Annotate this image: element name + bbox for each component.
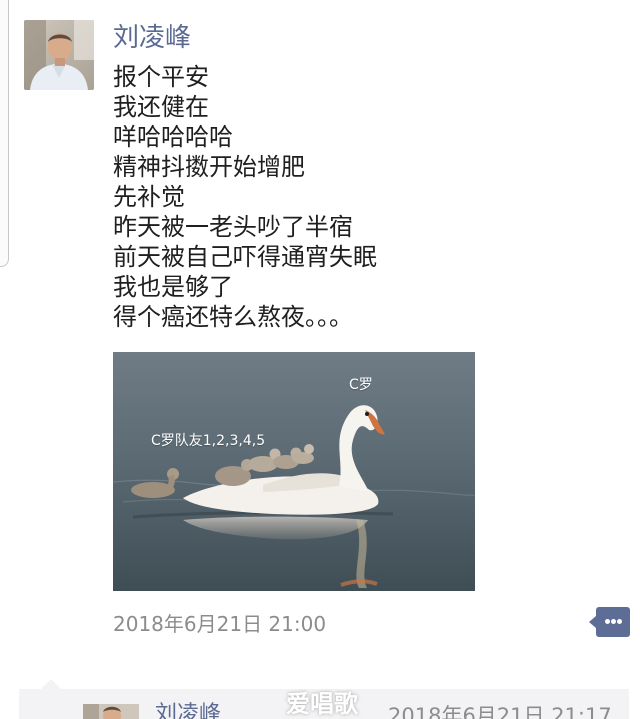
post-timestamp: 2018年6月21日 21:00 bbox=[113, 612, 327, 636]
post-text: 报个平安 我还健在 咩哈哈哈哈 精神抖擞开始增肥 先补觉 昨天被一老头吵了半宿 … bbox=[113, 62, 613, 332]
post-text-line: 精神抖擞开始增肥 bbox=[113, 153, 305, 181]
comment-button[interactable] bbox=[589, 607, 630, 637]
post-text-line: 我还健在 bbox=[113, 93, 209, 121]
avatar-photo bbox=[24, 20, 94, 90]
comment-area-notch bbox=[41, 679, 61, 689]
comment-author-name[interactable]: 刘凌峰 bbox=[155, 700, 221, 719]
post-text-line: 报个平安 bbox=[113, 63, 209, 91]
post-text-line: 得个癌还特么熬夜。。。 bbox=[113, 303, 353, 331]
post-text-line: 前天被自己吓得通宵失眠 bbox=[113, 243, 377, 271]
post-photo[interactable]: C罗 C罗队友1,2,3,4,5 bbox=[113, 352, 475, 591]
swan-photo bbox=[113, 352, 475, 591]
comment-timestamp: 2018年6月21日 21:17 bbox=[388, 704, 612, 719]
post-text-line: 先补觉 bbox=[113, 183, 185, 211]
photo-label-cygnets: C罗队友1,2,3,4,5 bbox=[151, 433, 266, 449]
watermark: 爱唱歌 bbox=[286, 690, 358, 718]
author-avatar[interactable] bbox=[24, 20, 94, 90]
moments-post-page: 刘凌峰 报个平安 我还健在 咩哈哈哈哈 精神抖擞开始增肥 先补觉 昨天被一老头吵… bbox=[0, 0, 640, 719]
left-edge-scroll-indicator bbox=[0, 0, 9, 267]
photo-label-swan: C罗 bbox=[349, 377, 373, 393]
post-text-line: 昨天被一老头吵了半宿 bbox=[113, 213, 353, 241]
comment-author-avatar[interactable] bbox=[83, 704, 139, 719]
comment-avatar-photo bbox=[83, 704, 139, 719]
post-text-line: 咩哈哈哈哈 bbox=[113, 123, 233, 151]
author-name-link[interactable]: 刘凌峰 bbox=[113, 20, 191, 56]
post-text-line: 我也是够了 bbox=[113, 273, 233, 301]
comment-button-pointer bbox=[589, 616, 596, 628]
